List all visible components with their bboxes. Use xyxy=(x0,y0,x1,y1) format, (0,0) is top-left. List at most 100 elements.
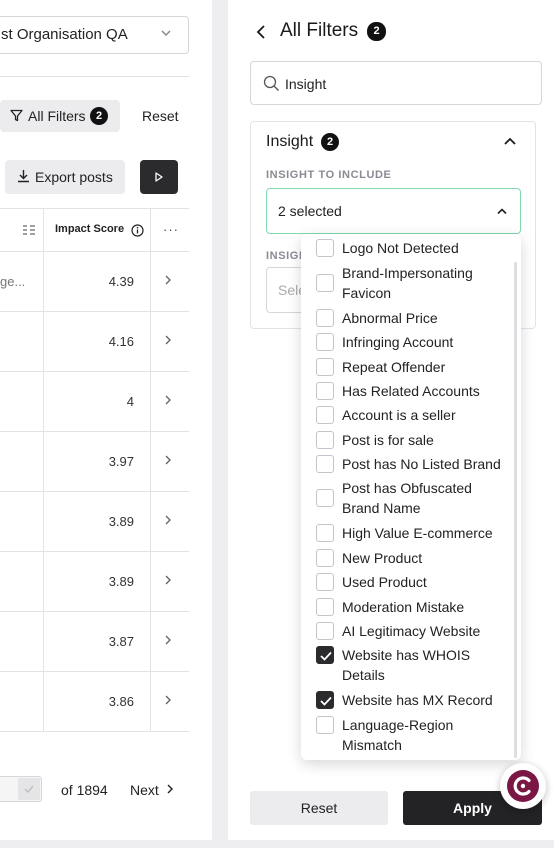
pagination: of 1894 Next xyxy=(0,774,212,804)
chevron-right-icon[interactable] xyxy=(164,514,172,526)
divider xyxy=(0,76,189,77)
insight-option[interactable]: New Product xyxy=(316,548,506,568)
all-filters-button[interactable]: All Filters 2 xyxy=(0,100,120,132)
page-number-input[interactable] xyxy=(0,776,42,802)
option-checkbox[interactable] xyxy=(316,431,334,449)
table-row[interactable]: 3.89 xyxy=(0,552,189,612)
chevron-right-icon[interactable] xyxy=(164,394,172,406)
option-checkbox[interactable] xyxy=(316,382,334,400)
insight-include-select[interactable]: 2 selected xyxy=(266,188,521,234)
chevron-right-icon[interactable] xyxy=(164,274,172,286)
impact-score-header[interactable]: Impact Score xyxy=(55,223,124,235)
sort-list-icon[interactable] xyxy=(22,223,36,237)
more-options-icon[interactable]: ··· xyxy=(163,222,179,237)
option-checkbox[interactable] xyxy=(316,455,334,473)
reset-filters-link[interactable]: Reset xyxy=(142,108,179,124)
chevron-right-icon[interactable] xyxy=(164,694,172,706)
chevron-right-icon[interactable] xyxy=(166,784,174,794)
chevron-down-icon xyxy=(161,30,171,37)
insight-option[interactable]: Abnormal Price xyxy=(316,308,506,328)
option-label: Website has MX Record xyxy=(342,692,493,708)
chevron-right-icon[interactable] xyxy=(164,634,172,646)
post-title-cell: ge... xyxy=(0,274,26,289)
option-checkbox[interactable] xyxy=(316,573,334,591)
option-label: Has Related Accounts xyxy=(342,383,480,399)
insight-option[interactable]: Has Related Accounts xyxy=(316,381,506,401)
option-checkbox[interactable] xyxy=(316,333,334,351)
table-row[interactable]: 3.97 xyxy=(0,432,189,492)
chevron-up-icon[interactable] xyxy=(503,136,517,146)
insight-include-label: INSIGHT TO INCLUDE xyxy=(266,169,392,181)
info-icon[interactable] xyxy=(131,224,144,237)
chat-launcher-button[interactable] xyxy=(500,763,546,809)
impact-score-cell: 3.86 xyxy=(108,694,134,709)
insight-option[interactable]: Used Product xyxy=(316,572,506,592)
panel-filter-count-badge: 2 xyxy=(367,22,386,41)
chevron-right-icon[interactable] xyxy=(164,574,172,586)
reset-button[interactable]: Reset xyxy=(250,791,388,825)
all-filters-label: All Filters xyxy=(28,108,86,124)
insight-option[interactable]: Website has MX Record xyxy=(316,690,506,710)
option-checkbox[interactable] xyxy=(316,489,334,507)
filter-search-input[interactable]: Insight xyxy=(250,61,542,105)
option-checkbox[interactable] xyxy=(316,622,334,640)
insight-option[interactable]: Post has Obfuscated Brand Name xyxy=(316,478,506,518)
check-icon xyxy=(24,785,34,793)
next-page-link[interactable]: Next xyxy=(130,782,159,798)
go-to-page-button[interactable] xyxy=(18,778,40,800)
option-checkbox[interactable] xyxy=(316,598,334,616)
option-checkbox[interactable] xyxy=(316,274,334,292)
option-checkbox[interactable] xyxy=(316,524,334,542)
panel-title: All Filters xyxy=(280,20,359,41)
impact-score-cell: 3.89 xyxy=(108,514,134,529)
impact-score-cell: 3.89 xyxy=(108,574,134,589)
back-arrow-icon[interactable] xyxy=(256,24,266,40)
option-label: Post has Obfuscated Brand Name xyxy=(342,480,472,516)
table-row[interactable]: 3.86 xyxy=(0,672,189,732)
check-icon xyxy=(320,696,332,706)
insight-section-title[interactable]: Insight xyxy=(266,133,313,151)
menu-scrollbar[interactable] xyxy=(514,262,517,758)
chevron-right-icon[interactable] xyxy=(164,334,172,346)
insight-option[interactable]: Repeat Offender xyxy=(316,357,506,377)
option-checkbox[interactable] xyxy=(316,406,334,424)
insight-option[interactable]: Brand-Impersonating Favicon xyxy=(316,263,506,303)
download-icon xyxy=(18,170,29,183)
insight-option[interactable]: Language-Region Mismatch xyxy=(316,715,506,753)
insight-exclude-label: INSIGH xyxy=(266,250,306,262)
play-button[interactable] xyxy=(140,160,178,194)
insight-option[interactable]: Post is for sale xyxy=(316,430,506,450)
option-checkbox[interactable] xyxy=(316,358,334,376)
table-row[interactable]: 3.87 xyxy=(0,612,189,672)
table-body: ge... 4.39 4.16 4 3.97 3.89 3.89 3.87 3.86 xyxy=(0,252,189,732)
brand-logo-icon xyxy=(513,776,531,796)
export-posts-button[interactable]: Export posts xyxy=(5,160,125,194)
insight-option[interactable]: Account is a seller xyxy=(316,405,506,425)
filter-count-badge: 2 xyxy=(90,107,108,125)
organisation-select[interactable]: st Organisation QA xyxy=(0,16,189,54)
insight-option[interactable]: Post has No Listed Brand xyxy=(316,454,506,474)
option-label: AI Legitimacy Website xyxy=(342,623,481,639)
option-checkbox[interactable] xyxy=(316,549,334,567)
table-row[interactable]: 4 xyxy=(0,372,189,432)
posts-table: Impact Score ··· ge... 4.39 4.16 4 3.97 3.89 3… xyxy=(0,208,189,732)
option-checkbox[interactable] xyxy=(316,239,334,257)
insight-option[interactable]: High Value E-commerce xyxy=(316,523,506,543)
option-checkbox[interactable] xyxy=(316,716,334,734)
insight-option[interactable]: AI Legitimacy Website xyxy=(316,621,506,641)
table-row[interactable]: 3.89 xyxy=(0,492,189,552)
option-checkbox[interactable] xyxy=(316,309,334,327)
table-row[interactable]: 4.16 xyxy=(0,312,189,372)
table-header: Impact Score ··· xyxy=(0,208,189,252)
table-row[interactable]: ge... 4.39 xyxy=(0,252,189,312)
option-label: Moderation Mistake xyxy=(342,599,465,615)
insight-option[interactable]: Moderation Mistake xyxy=(316,597,506,617)
check-icon xyxy=(320,651,332,661)
option-checkbox[interactable] xyxy=(316,691,334,709)
insight-option[interactable]: Infringing Account xyxy=(316,332,506,352)
insight-option[interactable]: Logo Not Detected xyxy=(316,238,506,258)
insight-option[interactable]: Website has WHOIS Details xyxy=(316,645,506,683)
option-label: High Value E-commerce xyxy=(342,525,493,541)
chevron-right-icon[interactable] xyxy=(164,454,172,466)
option-checkbox[interactable] xyxy=(316,646,334,664)
